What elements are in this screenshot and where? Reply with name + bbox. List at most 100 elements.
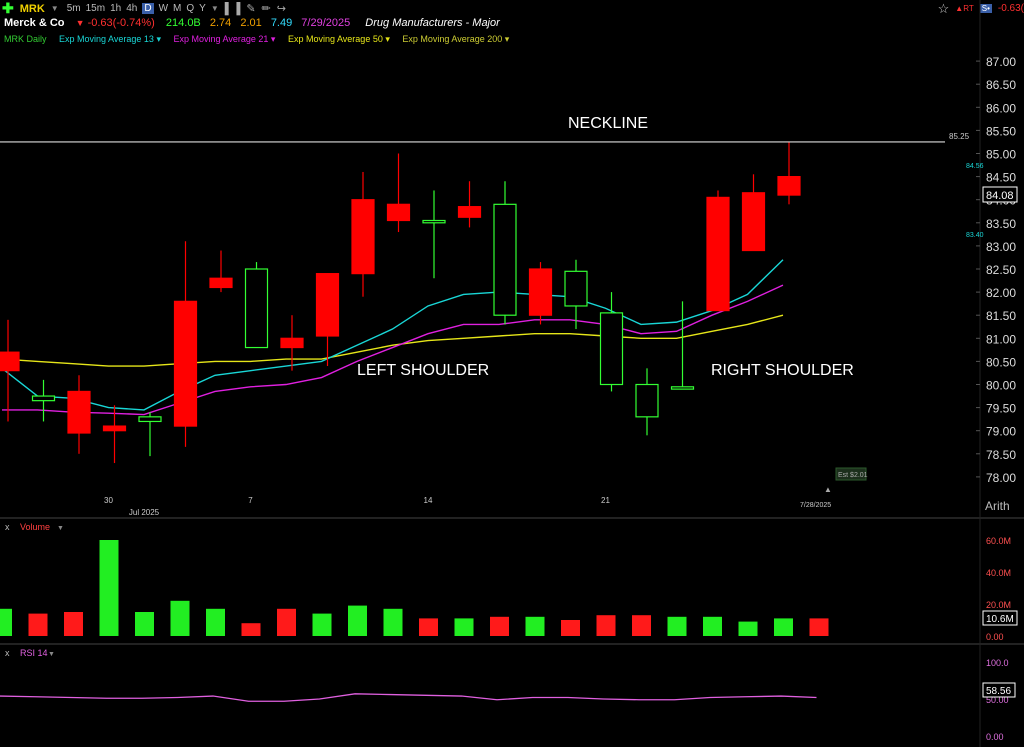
date-axis: 30 Jul 2025 7 14 21 [104,496,610,517]
volume-bar [667,616,687,636]
volume-bar [703,616,722,636]
candle-body [670,386,695,390]
volume-label[interactable]: Volume [20,522,50,532]
rsi-last: 58.56 [986,686,1011,697]
volume-bar [277,608,296,636]
ema21-line [2,284,784,416]
rsi-line [0,693,817,702]
price-tick-label: 83.00 [986,240,1016,254]
volume-bar [28,613,48,636]
ema-tag-mid: 83.40 [966,232,984,239]
volume-bar [525,616,545,636]
candle-body [493,203,517,316]
date-tick-label: 7 [248,496,253,505]
candle-body [528,268,553,316]
rsi-axis: 100.050.000.00 [986,658,1009,742]
volume-bar [419,618,438,636]
price-tick-label: 78.50 [986,448,1016,462]
rsi-close-icon[interactable]: x [5,648,10,658]
date-tick-label: Jul 2025 [129,508,160,517]
last-price: 84.08 [986,190,1014,202]
price-chart[interactable]: 78.00 78.50 79.00 79.50 80.00 80.50 81.00 81.50… [0,0,1024,747]
volume-bar [561,620,580,636]
volume-close-icon[interactable]: x [5,522,10,532]
neckline-value: 85.25 [949,132,970,141]
price-tick-label: 84.50 [986,171,1016,185]
last-date: 7/28/2025 [800,502,831,509]
candle-body [244,268,269,349]
date-tick-label: 21 [601,496,610,505]
price-tick-label: 81.00 [986,332,1016,346]
candle-body [173,300,198,427]
scale-mode[interactable]: Arith [985,499,1010,513]
volume-bar [99,540,119,636]
volume-bar [170,600,190,636]
candle-body [777,176,801,196]
volume-bar [206,608,225,636]
volume-axis: 60.0M 40.0M 20.0M 0.00 [986,536,1011,642]
price-tick-label: 87.00 [986,55,1016,69]
volume-tick-label: 20.0M [986,600,1011,610]
rsi-label[interactable]: RSI 14 [20,648,48,658]
candle-body [138,416,162,423]
price-tick-label: 83.50 [986,217,1016,231]
candle-body [280,337,304,349]
volume-bar [383,608,403,636]
price-tick-label: 80.50 [986,355,1016,369]
volume-bar [632,615,651,636]
price-tick-label: 79.00 [986,425,1016,439]
chevron-down-icon[interactable]: ▼ [48,651,55,658]
date-tick-label: 14 [424,496,433,505]
candle-body [102,425,127,432]
volume-last: 10.6M [986,614,1014,625]
volume-bars [0,540,829,636]
ema-lines [1,259,784,416]
chevron-down-icon[interactable]: ▼ [57,525,64,532]
volume-bar [596,615,616,636]
price-axis: 78.00 78.50 79.00 79.50 80.00 80.50 81.00 81.50… [976,55,1016,485]
volume-bar [809,618,829,636]
candle-body [315,273,340,337]
neckline-label: NECKLINE [568,115,648,132]
candle-body [741,192,766,252]
candle-body [0,351,20,372]
price-tick-label: 86.50 [986,78,1016,92]
price-tick-label: 79.50 [986,402,1016,416]
volume-bar [135,612,154,636]
volume-bar [312,613,332,636]
candle-body [457,206,482,218]
candle-body [351,199,375,275]
candles [0,141,801,464]
price-tick-label: 85.50 [986,124,1016,138]
volume-tick-label: 0.00 [986,632,1004,642]
price-tick-label: 78.00 [986,471,1016,485]
volume-bar [774,618,793,636]
price-tick-label: 81.50 [986,309,1016,323]
date-tick-label: 30 [104,496,113,505]
rsi-tick-label: 100.0 [986,658,1009,668]
candle-body [67,390,91,434]
est-arrow-icon: ▲ [824,485,832,494]
est-label: Est $2.01 [838,472,868,479]
left-shoulder-label: LEFT SHOULDER [357,362,489,379]
price-tick-label: 82.00 [986,286,1016,300]
rsi-tick-label: 0.00 [986,732,1004,742]
rsi-path [0,693,817,702]
price-tick-label: 86.00 [986,101,1016,115]
candle-body [209,277,233,289]
price-tick-label: 85.00 [986,148,1016,162]
volume-bar [0,608,12,636]
volume-bar [64,612,83,636]
volume-tick-label: 60.0M [986,536,1011,546]
volume-bar [738,621,758,636]
volume-bar [454,618,474,636]
right-shoulder-label: RIGHT SHOULDER [711,362,854,379]
candle-body [31,395,56,402]
volume-bar [348,605,367,636]
ema-tag-top: 84.56 [966,163,984,170]
price-tick-label: 80.00 [986,379,1016,393]
candle-body [422,219,446,224]
candle-body [599,312,624,386]
ema13-line [1,259,784,411]
candle-body [635,383,659,418]
